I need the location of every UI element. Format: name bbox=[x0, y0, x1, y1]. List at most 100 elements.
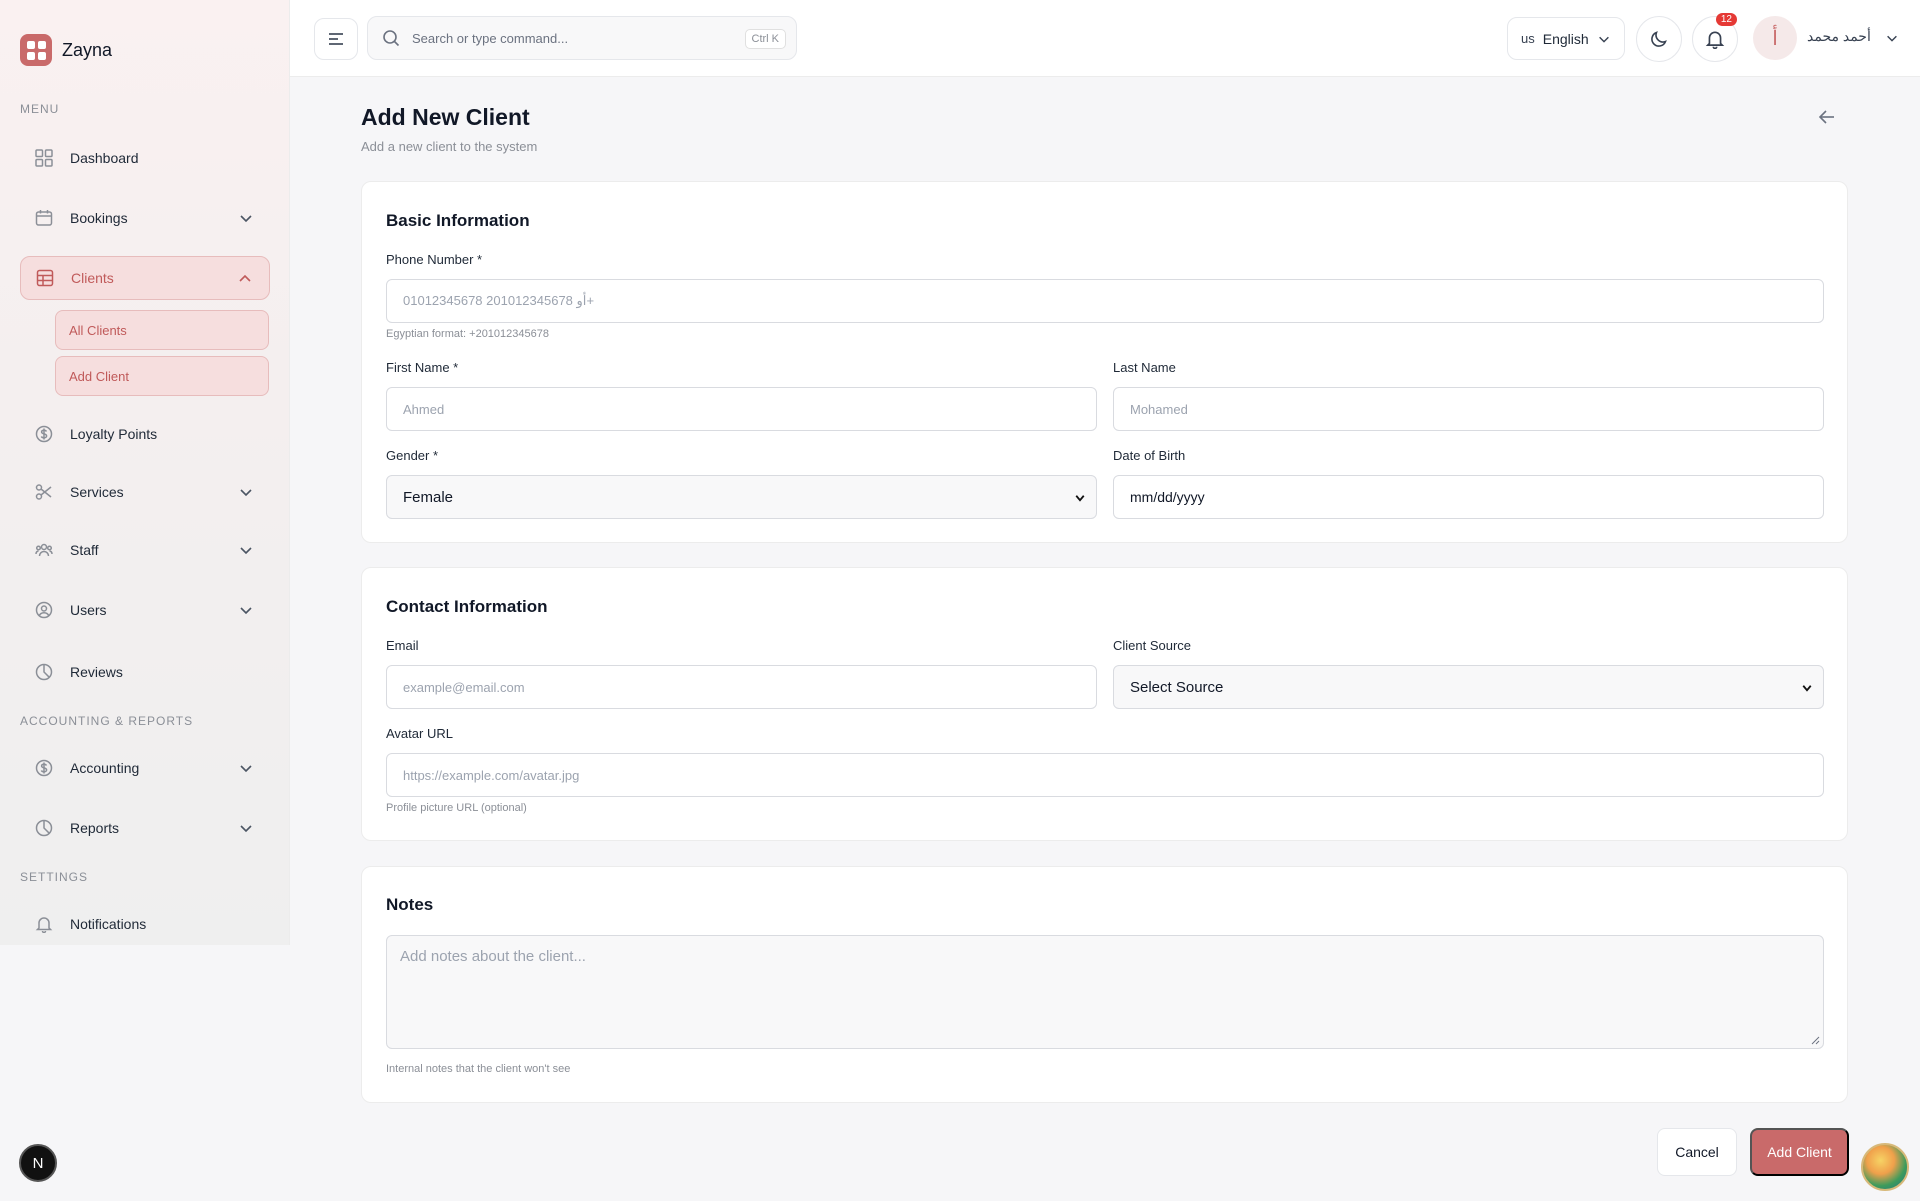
calendar-icon bbox=[34, 208, 54, 228]
chevron-up-icon bbox=[239, 274, 251, 282]
grid-icon bbox=[34, 148, 54, 168]
notifications-badge: 12 bbox=[1715, 13, 1737, 26]
first-name-field[interactable]: Ahmed bbox=[386, 387, 1097, 431]
client-source-label: Client Source bbox=[1113, 638, 1192, 653]
contact-information-card: Contact Information Email example@email.… bbox=[361, 567, 1848, 841]
chevron-down-icon bbox=[240, 215, 252, 223]
sidebar-item-label: Loyalty Points bbox=[70, 426, 158, 442]
phone-placeholder: 01012345678 أو 201012345678+ bbox=[403, 293, 595, 308]
section-label-menu: Menu bbox=[20, 102, 60, 116]
client-source-select[interactable]: Select Source bbox=[1113, 665, 1824, 709]
card-title: Basic Information bbox=[386, 211, 530, 230]
dollar-circle-icon bbox=[34, 758, 54, 778]
bell-icon bbox=[1705, 31, 1725, 49]
sidebar-item-reviews[interactable]: Reviews bbox=[20, 650, 270, 694]
sidebar-item-loyalty-points[interactable]: Loyalty Points bbox=[20, 412, 270, 456]
user-circle-icon bbox=[34, 600, 54, 620]
chevron-down-icon bbox=[240, 765, 252, 773]
first-name-placeholder: Ahmed bbox=[403, 401, 445, 417]
chevron-down-icon bbox=[1075, 495, 1085, 502]
sidebar-subitem-all-clients[interactable]: All Clients bbox=[55, 310, 269, 350]
back-arrow-icon[interactable] bbox=[1818, 108, 1836, 126]
section-label-accounting: Accounting & Reports bbox=[20, 714, 194, 728]
search-shortcut: Ctrl K bbox=[744, 29, 786, 49]
scissors-icon bbox=[34, 482, 54, 502]
sidebar-item-label: Dashboard bbox=[70, 150, 139, 166]
pie-icon bbox=[34, 662, 54, 682]
sidebar-item-staff[interactable]: Staff bbox=[20, 528, 270, 572]
search-icon bbox=[383, 30, 400, 47]
email-label: Email bbox=[386, 638, 419, 653]
chevron-down-icon bbox=[1598, 36, 1609, 43]
email-field[interactable]: example@email.com bbox=[386, 665, 1097, 709]
theme-toggle-button[interactable] bbox=[1636, 16, 1682, 62]
user-name[interactable]: أحمد محمد bbox=[1807, 28, 1871, 45]
brand-name: Zayna bbox=[62, 39, 113, 60]
gender-label: Gender * bbox=[386, 448, 439, 463]
table-icon bbox=[35, 268, 55, 288]
phone-field[interactable]: 01012345678 أو 201012345678+ bbox=[386, 279, 1824, 323]
sidebar-item-services[interactable]: Services bbox=[20, 470, 270, 514]
brand-logo-icon bbox=[20, 34, 52, 66]
page-subtitle: Add a new client to the system bbox=[361, 139, 538, 154]
sidebar-item-clients[interactable]: Clients bbox=[20, 256, 270, 300]
notes-textarea[interactable]: Add notes about the client... bbox=[386, 935, 1824, 1049]
last-name-field[interactable]: Mohamed bbox=[1113, 387, 1824, 431]
basic-information-card: Basic Information Phone Number * 0101234… bbox=[361, 181, 1848, 543]
dob-label: Date of Birth bbox=[1113, 448, 1186, 463]
email-placeholder: example@email.com bbox=[403, 679, 525, 695]
avatar[interactable]: أ bbox=[1753, 16, 1797, 60]
pie-icon bbox=[34, 818, 54, 838]
sidebar-item-label: Staff bbox=[70, 542, 99, 558]
search-input[interactable]: Search or type command... Ctrl K bbox=[367, 16, 797, 60]
brand[interactable]: Zayna bbox=[20, 34, 112, 66]
avatar-url-placeholder: https://example.com/avatar.jpg bbox=[403, 767, 580, 783]
moon-icon bbox=[1651, 31, 1667, 47]
chevron-down-icon[interactable] bbox=[1885, 31, 1899, 45]
chevron-down-icon bbox=[1802, 685, 1812, 692]
dev-tools-button[interactable]: N bbox=[19, 1144, 57, 1182]
language-selector[interactable]: us English bbox=[1507, 17, 1625, 60]
sidebar-item-label: Bookings bbox=[70, 210, 128, 226]
sidebar-item-label: Users bbox=[70, 602, 107, 618]
menu-icon bbox=[329, 33, 343, 45]
section-label-settings: Settings bbox=[20, 870, 89, 884]
language-code: us bbox=[1521, 31, 1535, 46]
gender-select[interactable]: Female bbox=[386, 475, 1097, 519]
last-name-placeholder: Mohamed bbox=[1130, 401, 1188, 417]
topbar: Search or type command... Ctrl K us Engl… bbox=[290, 0, 1920, 77]
dob-value: mm/dd/yyyy bbox=[1130, 489, 1205, 505]
cancel-button[interactable]: Cancel bbox=[1657, 1128, 1737, 1176]
sidebar-item-reports[interactable]: Reports bbox=[20, 806, 270, 850]
users-group-icon bbox=[34, 540, 54, 560]
card-title: Contact Information bbox=[386, 597, 548, 616]
chevron-down-icon bbox=[240, 489, 252, 497]
phone-label: Phone Number * bbox=[386, 252, 483, 267]
avatar-url-label: Avatar URL bbox=[386, 726, 453, 741]
chevron-down-icon bbox=[240, 607, 252, 615]
sidebar-item-label: Services bbox=[70, 484, 124, 500]
sidebar-toggle-button[interactable] bbox=[314, 18, 358, 60]
sidebar-item-bookings[interactable]: Bookings bbox=[20, 196, 270, 240]
notifications-button[interactable]: 12 bbox=[1692, 13, 1738, 62]
phone-hint: Egyptian format: +201012345678 bbox=[386, 328, 549, 340]
floating-assistant-avatar[interactable] bbox=[1861, 1143, 1909, 1191]
sidebar-item-notifications[interactable]: Notifications bbox=[20, 902, 270, 946]
date-of-birth-field[interactable]: mm/dd/yyyy bbox=[1113, 475, 1824, 519]
resize-handle-icon[interactable] bbox=[1810, 1035, 1820, 1045]
card-title: Notes bbox=[386, 895, 434, 914]
chevron-down-icon bbox=[240, 825, 252, 833]
sidebar-item-users[interactable]: Users bbox=[20, 588, 270, 632]
sidebar-item-label: Clients bbox=[71, 270, 114, 286]
sidebar-subitem-add-client[interactable]: Add Client bbox=[55, 356, 269, 396]
chevron-down-icon bbox=[240, 547, 252, 555]
dollar-circle-icon bbox=[34, 424, 54, 444]
add-client-button[interactable]: Add Client bbox=[1750, 1128, 1849, 1176]
first-name-label: First Name * bbox=[386, 360, 459, 375]
sidebar-item-label: Reports bbox=[70, 820, 120, 836]
sidebar-item-label: Notifications bbox=[70, 916, 147, 932]
avatar-url-field[interactable]: https://example.com/avatar.jpg bbox=[386, 753, 1824, 797]
sidebar-item-accounting[interactable]: Accounting bbox=[20, 746, 270, 790]
sidebar-item-label: Accounting bbox=[70, 760, 140, 776]
sidebar-item-dashboard[interactable]: Dashboard bbox=[20, 136, 270, 180]
